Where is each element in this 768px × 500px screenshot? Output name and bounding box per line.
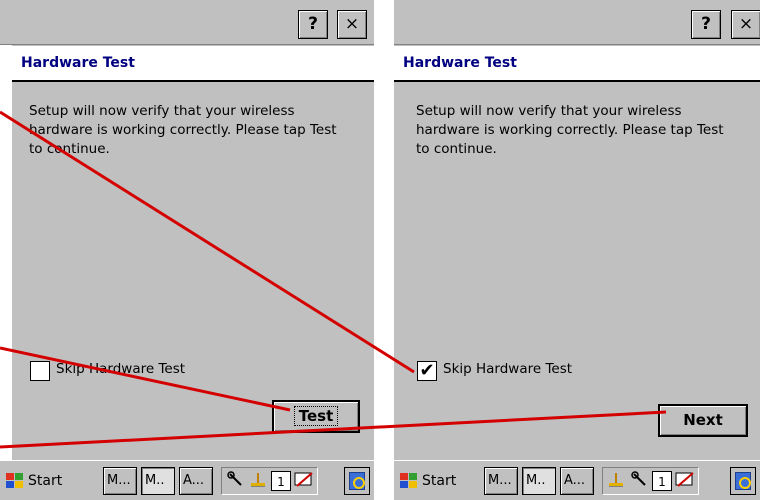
right-screenshot: ? × Hardware Test Setup will now verify … <box>394 0 768 500</box>
instruction-text: Setup will now verify that your wireless… <box>29 103 337 157</box>
page-title: Hardware Test <box>21 55 135 71</box>
task-button-3[interactable]: A... <box>179 467 213 495</box>
system-tray: 1 <box>221 467 318 495</box>
help-button[interactable]: ? <box>298 10 328 39</box>
help-button[interactable]: ? <box>691 10 721 39</box>
skip-hardware-test-label[interactable]: Skip Hardware Test <box>56 361 185 377</box>
test-button-label: Test <box>293 406 339 426</box>
heading-band: Hardware Test <box>394 46 760 82</box>
start-button[interactable]: Start <box>2 467 66 495</box>
network-icon[interactable] <box>606 471 626 491</box>
instruction-text: Setup will now verify that your wireless… <box>416 103 724 157</box>
input-1-icon[interactable]: 1 <box>652 471 672 491</box>
tool-icon[interactable] <box>629 471 649 491</box>
test-button[interactable]: Test <box>272 400 360 433</box>
no-connection-icon[interactable] <box>294 471 314 491</box>
start-button[interactable]: Start <box>396 467 460 495</box>
desktop-icon[interactable] <box>730 467 756 495</box>
task-button-2[interactable]: M.. <box>141 467 175 495</box>
next-button[interactable]: Next <box>658 404 748 437</box>
title-bar: ? × <box>0 0 374 45</box>
desktop-icon[interactable] <box>344 467 370 495</box>
task-button-1[interactable]: M... <box>484 467 518 495</box>
left-screenshot: ? × Hardware Test Setup will now verify … <box>0 0 374 500</box>
title-bar: ? × <box>394 0 768 45</box>
network-icon[interactable] <box>248 471 268 491</box>
close-button[interactable]: × <box>731 10 761 39</box>
page-title: Hardware Test <box>403 55 517 71</box>
skip-hardware-test-checkbox[interactable] <box>30 361 50 381</box>
start-label: Start <box>422 473 457 489</box>
taskbar: Start M... M.. A... 1 <box>0 460 374 500</box>
windows-logo-icon <box>6 473 24 489</box>
task-button-3[interactable]: A... <box>560 467 594 495</box>
windows-logo-icon <box>400 473 418 489</box>
tool-icon[interactable] <box>225 471 245 491</box>
close-button[interactable]: × <box>337 10 367 39</box>
input-1-icon[interactable]: 1 <box>271 471 291 491</box>
task-button-2[interactable]: M.. <box>522 467 556 495</box>
task-button-1[interactable]: M... <box>103 467 137 495</box>
taskbar: Start M... M.. A... 1 <box>394 460 768 500</box>
start-label: Start <box>28 473 63 489</box>
skip-hardware-test-label[interactable]: Skip Hardware Test <box>443 361 572 377</box>
heading-band: Hardware Test <box>12 46 374 82</box>
no-connection-icon[interactable] <box>675 471 695 491</box>
skip-hardware-test-checkbox[interactable]: ✔ <box>417 361 437 381</box>
system-tray: 1 <box>602 467 699 495</box>
